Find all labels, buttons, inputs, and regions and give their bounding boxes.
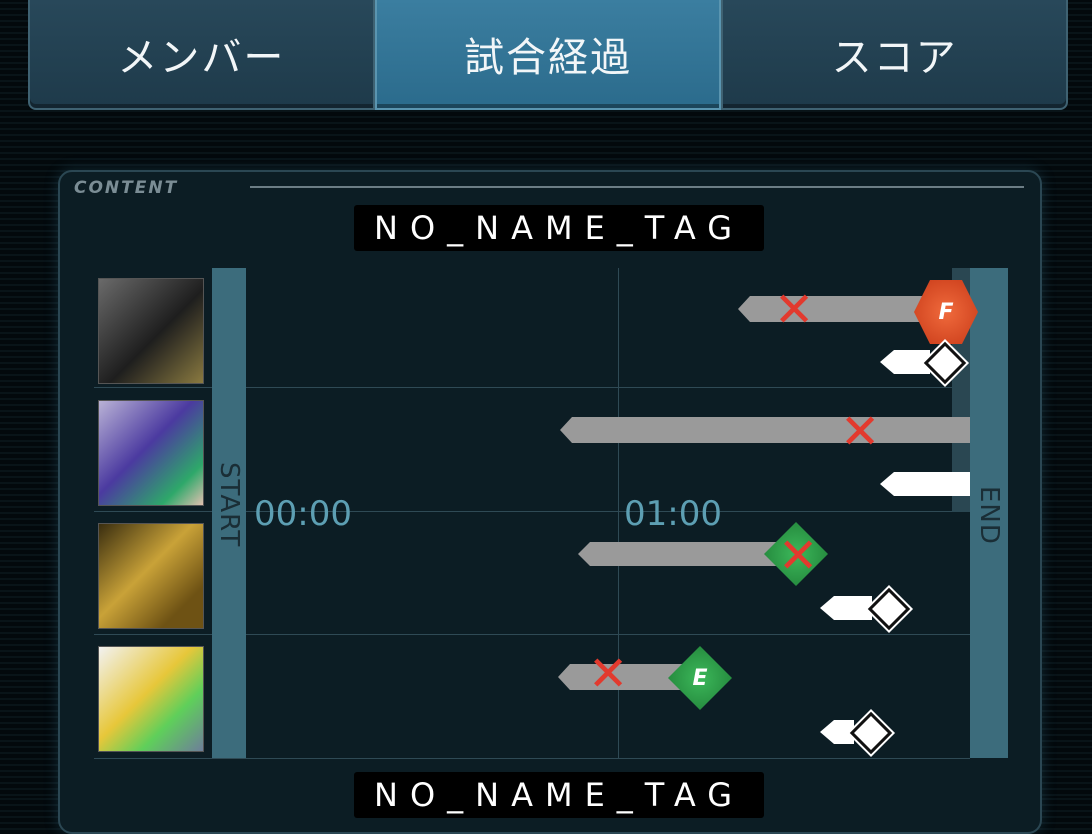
timeline-chart: START END 00:00 01:00 ✕ F ✕ ✕ ✕ E (94, 266, 1008, 760)
timeline-bar-row2 (560, 417, 970, 443)
start-label: START (214, 462, 244, 548)
white-diamond-marker-icon (867, 587, 911, 631)
tab-bar: メンバー 試合経過 スコア (28, 0, 1069, 110)
time-label-1: 01:00 (624, 494, 722, 534)
unit-portrait-3[interactable] (98, 523, 204, 629)
defeat-x-icon: ✕ (778, 528, 819, 584)
unit-portrait-2[interactable] (98, 400, 204, 506)
team-name-tag-top: NO_NAME_TAG (354, 205, 764, 251)
green-e-badge-icon: E (668, 646, 732, 710)
end-label: END (974, 486, 1004, 545)
defeat-x-icon: ✕ (840, 404, 881, 460)
unit-portrait-1[interactable] (98, 278, 204, 384)
content-panel: CONTENT NO_NAME_TAG START END 00:00 01:0… (58, 170, 1042, 834)
panel-divider (250, 186, 1024, 188)
tab-score[interactable]: スコア (721, 0, 1069, 110)
tab-members[interactable]: メンバー (28, 0, 375, 110)
time-label-0: 00:00 (254, 494, 352, 534)
team-name-tag-bottom: NO_NAME_TAG (354, 772, 764, 818)
white-marker-arrow (820, 596, 872, 620)
defeat-x-icon: ✕ (588, 646, 629, 702)
row-divider (94, 758, 970, 759)
tab-match-progress[interactable]: 試合経過 (374, 0, 722, 110)
defeat-x-icon: ✕ (774, 282, 815, 338)
white-marker-arrow (880, 350, 930, 374)
white-marker-arrow (880, 472, 970, 496)
panel-label: CONTENT (74, 178, 179, 198)
unit-portrait-4[interactable] (98, 646, 204, 752)
white-diamond-marker-icon (849, 711, 893, 755)
